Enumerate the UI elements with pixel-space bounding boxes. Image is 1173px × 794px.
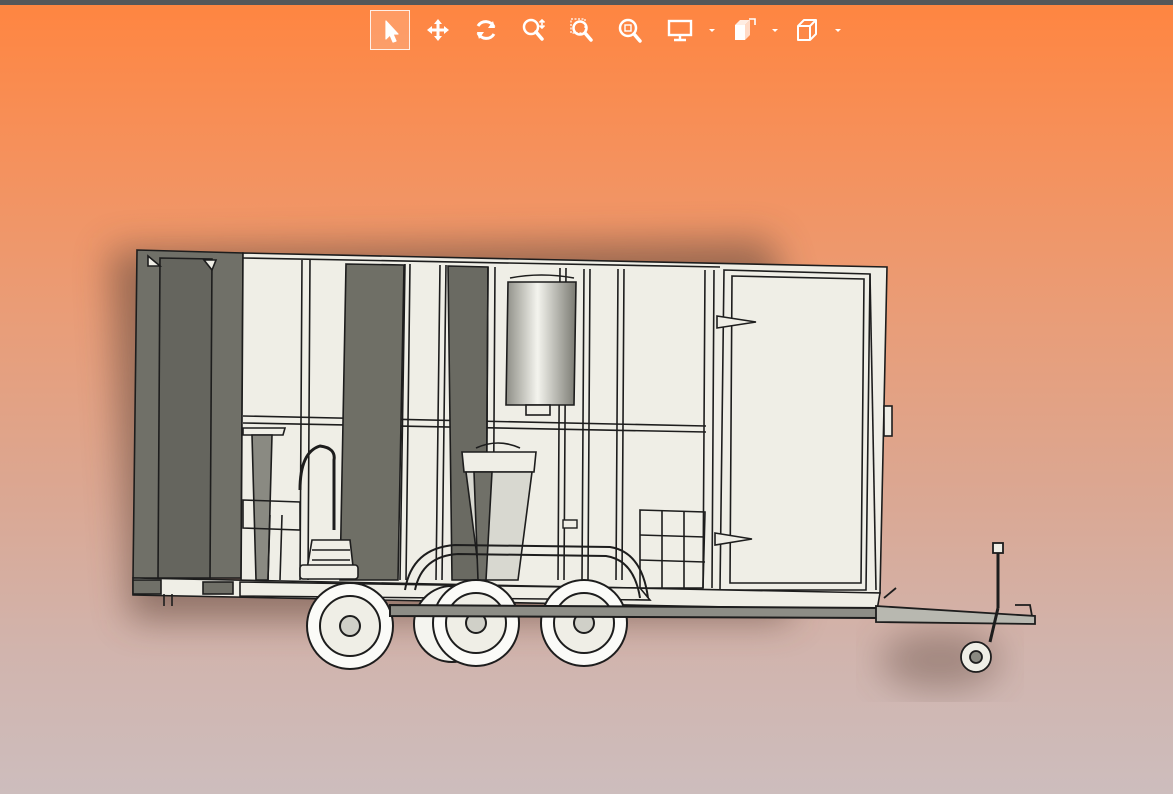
display-style-button[interactable] [660,10,700,50]
view-toolbar [370,10,850,50]
zoom-in-out-icon [522,18,546,41]
view-orientation-button[interactable] [724,10,764,50]
zoom-window-tool-button[interactable] [562,10,602,50]
zoom-fit-icon [618,18,642,43]
trailer-3d-model[interactable] [0,60,1173,794]
display-style-chevron-down-icon[interactable] [707,25,717,35]
rotate-tool-button[interactable] [466,10,506,50]
cursor-arrow-icon [385,20,399,43]
view-cube-icon [735,18,756,40]
zoom-window-icon [570,18,593,42]
move-arrows-icon [427,19,449,41]
zoom-fit-tool-button[interactable] [610,10,650,50]
section-view-chevron-down-icon[interactable] [833,25,843,35]
zoom-tool-button[interactable] [514,10,554,50]
select-tool-button[interactable] [370,10,410,50]
electrical-outlet [562,519,578,529]
section-view-button[interactable] [788,10,828,50]
window-top-border [0,0,1173,5]
wireframe-box-icon [797,19,817,41]
water-heater-tank [505,274,577,416]
view-orientation-chevron-down-icon[interactable] [770,25,780,35]
monitor-icon [667,19,693,42]
3d-viewport[interactable] [0,60,1173,794]
pan-tool-button[interactable] [418,10,458,50]
rotate-icon [476,20,496,40]
